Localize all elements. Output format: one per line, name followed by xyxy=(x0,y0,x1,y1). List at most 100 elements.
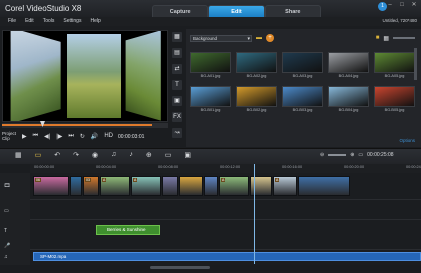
preview-timecode[interactable]: 00:00:03:01 xyxy=(118,134,144,140)
timeline-ruler[interactable]: 00:00:00:00 00:00:04:00 00:00:08:00 00:00:1… xyxy=(30,164,421,173)
zoom-out-icon[interactable]: ⊖ xyxy=(320,152,324,158)
tab-edit[interactable]: Edit xyxy=(208,5,265,17)
thumbnail-caption: BG-B05.jpg xyxy=(384,108,405,112)
record-capture-icon[interactable]: ◉ xyxy=(92,151,98,159)
voice-track-icon[interactable]: 🎤 xyxy=(4,243,10,249)
menu-bar: File Edit Tools Settings Help xyxy=(0,17,421,26)
library-thumbnail[interactable]: BG-B03.jpg xyxy=(282,86,323,112)
volume-icon[interactable]: 🔊 xyxy=(91,133,98,140)
video-clip[interactable] xyxy=(179,176,203,196)
minimize-button[interactable]: – xyxy=(385,2,395,9)
repeat-icon[interactable]: ↻ xyxy=(80,133,85,140)
path-icon[interactable]: ↝ xyxy=(172,128,182,138)
sound-mixer-icon[interactable]: ♫ xyxy=(111,151,116,159)
timeline-scrollbar[interactable] xyxy=(30,265,421,271)
library-thumbnail[interactable]: BG-B05.jpg xyxy=(374,86,415,112)
track-headers: 🎞 ▭ T 🎤 ♫ xyxy=(0,173,30,265)
graphic-icon[interactable]: ▣ xyxy=(172,96,182,106)
storyboard-view-icon[interactable]: ▦ xyxy=(15,151,22,159)
video-clip[interactable]: A xyxy=(100,176,130,196)
clip-label: 03 xyxy=(85,178,91,182)
video-clip[interactable]: A xyxy=(131,176,161,196)
video-track: 06 03 A A A A xyxy=(30,173,421,200)
menu-edit[interactable]: Edit xyxy=(25,17,34,26)
thumbnail-caption: BG-B02.jpg xyxy=(246,108,267,112)
next-frame-icon[interactable]: |▶ xyxy=(56,133,62,140)
library-scrollbar[interactable] xyxy=(414,48,417,80)
options-button[interactable]: Options xyxy=(399,138,415,143)
video-clip[interactable] xyxy=(298,176,350,196)
multi-camera-icon[interactable]: ▣ xyxy=(184,151,191,159)
menu-settings[interactable]: Settings xyxy=(63,17,81,26)
thumbnail-size-slider[interactable] xyxy=(393,37,415,39)
tab-capture[interactable]: Capture xyxy=(152,5,209,17)
home-icon[interactable]: ⏮ xyxy=(33,133,38,140)
timeline-tools: ▦ ▭ ↶ ↷ ◉ ♫ ♪ ⊕ ▭ ▣ xyxy=(15,151,191,159)
add-icon[interactable]: + xyxy=(266,34,274,42)
thumbnail-image xyxy=(328,86,369,107)
app-title: Corel VideoStudio X8 xyxy=(5,4,82,13)
color-swatch-icon[interactable]: ■ xyxy=(376,35,380,41)
filter-icon[interactable]: FX xyxy=(172,112,182,122)
video-clip[interactable]: A xyxy=(273,176,297,196)
auto-music-icon[interactable]: ♪ xyxy=(129,151,133,159)
video-track-icon[interactable]: 🎞 xyxy=(4,183,10,189)
menu-tools[interactable]: Tools xyxy=(43,17,55,26)
library-thumbnail[interactable]: BG-B04.jpg xyxy=(328,86,369,112)
zoom-in-icon[interactable]: ⊕ xyxy=(350,152,354,158)
library-thumbnail[interactable]: BG-B02.jpg xyxy=(236,86,277,112)
transition-icon[interactable]: ⇄ xyxy=(172,64,182,74)
video-clip[interactable]: 06 xyxy=(33,176,69,196)
library-category-dropdown[interactable]: Background xyxy=(190,34,252,42)
library-thumbnail[interactable]: BG-A03.jpg xyxy=(282,52,323,78)
end-icon[interactable]: ⏭ xyxy=(68,133,73,140)
clip-label: 06 xyxy=(35,178,41,182)
video-clip[interactable] xyxy=(70,176,82,196)
title-track-icon[interactable]: T xyxy=(4,228,7,234)
folder-icon[interactable]: ▬ xyxy=(256,35,262,41)
title-icon[interactable]: T xyxy=(172,80,182,90)
library-thumbnail[interactable]: BG-A02.jpg xyxy=(236,52,277,78)
library-thumbnail[interactable]: BG-A05.jpg xyxy=(374,52,415,78)
timeline-scrollbar-thumb[interactable] xyxy=(150,266,210,269)
preview-frame-center xyxy=(67,34,121,118)
hd-toggle[interactable]: HD xyxy=(104,133,113,139)
previous-frame-icon[interactable]: ◀| xyxy=(44,133,50,140)
close-button[interactable]: ✕ xyxy=(409,2,419,9)
library-thumbnail[interactable]: BG-B01.jpg xyxy=(190,86,231,112)
overlay-track-icon[interactable]: ▭ xyxy=(4,208,9,214)
tab-share[interactable]: Share xyxy=(264,5,321,17)
workspace-tabs: Capture Edit Share xyxy=(152,5,321,17)
play-icon[interactable]: ▶ xyxy=(22,133,27,140)
video-clip[interactable] xyxy=(204,176,218,196)
thumbnail-caption: BG-B04.jpg xyxy=(338,108,359,112)
playhead[interactable] xyxy=(254,164,255,264)
video-clip[interactable]: 03 xyxy=(83,176,99,196)
thumbnail-caption: BG-A01.jpg xyxy=(200,74,221,78)
menu-help[interactable]: Help xyxy=(90,17,100,26)
timeline-timecode[interactable]: 00:00:25:08 xyxy=(367,152,393,158)
thumbnail-image xyxy=(328,52,369,73)
video-clip[interactable] xyxy=(162,176,178,196)
maximize-button[interactable]: □ xyxy=(397,2,407,9)
view-toggle-icon[interactable]: ▦ xyxy=(383,35,389,42)
library-thumbnail[interactable]: BG-A04.jpg xyxy=(328,52,369,78)
library-thumbnail[interactable]: BG-A01.jpg xyxy=(190,52,231,78)
motion-tracking-icon[interactable]: ⊕ xyxy=(146,151,152,159)
zoom-slider[interactable] xyxy=(328,154,347,156)
menu-file[interactable]: File xyxy=(8,17,16,26)
subtitle-editor-icon[interactable]: ▭ xyxy=(165,151,172,159)
video-clip[interactable]: A xyxy=(219,176,249,196)
clip-mode-label[interactable]: Clip xyxy=(2,136,16,141)
fit-project-icon[interactable]: ▭ xyxy=(358,152,363,158)
audio-clip[interactable]: SP-M02.mpa xyxy=(33,252,421,261)
instant-project-icon[interactable]: ▤ xyxy=(172,48,182,58)
preview-window[interactable] xyxy=(2,30,168,122)
scrubber-range xyxy=(2,124,152,126)
music-track-icon[interactable]: ♫ xyxy=(4,254,8,260)
undo-icon[interactable]: ↶ xyxy=(54,151,60,159)
timeline-view-icon[interactable]: ▭ xyxy=(35,151,42,159)
title-clip[interactable]: Berries & Sunshine xyxy=(96,225,160,235)
media-icon[interactable]: ▦ xyxy=(172,32,182,42)
redo-icon[interactable]: ↷ xyxy=(73,151,79,159)
